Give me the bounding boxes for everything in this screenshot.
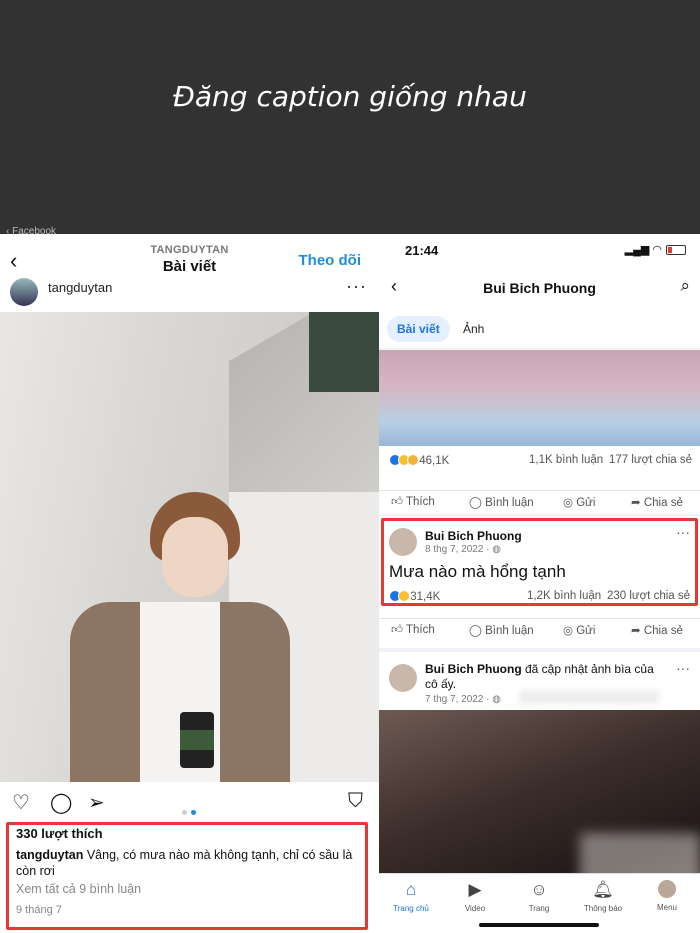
caption-username[interactable]: tangduytan xyxy=(16,848,83,862)
like-button[interactable]: 👍︎ Thích xyxy=(391,495,435,509)
banner-title: Đăng caption giống nhau xyxy=(173,80,527,113)
signal-icon: ▂▄▆ ◠ xyxy=(625,243,686,256)
share-count[interactable]: 230 lượt chia sẻ xyxy=(607,590,690,602)
facebook-page-panel: 21:44 ▂▄▆ ◠ ‹ Bui Bich Phuong ⌕ Bài viết… xyxy=(379,234,700,933)
menu-avatar xyxy=(658,880,676,898)
avatar[interactable] xyxy=(389,664,417,692)
more-options-icon[interactable]: ··· xyxy=(676,660,690,676)
blurred-region xyxy=(519,690,659,704)
username[interactable]: tangduytan xyxy=(48,280,112,295)
nav-home[interactable]: ⌂ Trang chủ xyxy=(379,880,443,913)
video-icon: ▶ xyxy=(468,880,482,899)
more-options-icon[interactable]: ··· xyxy=(346,276,367,297)
header: ‹ Bui Bich Phuong ⌕ xyxy=(379,266,700,310)
reaction-count[interactable]: 46,1K xyxy=(389,454,449,467)
banner: Đăng caption giống nhau ‹ Facebook xyxy=(0,0,700,237)
page-title: Bui Bich Phuong xyxy=(483,280,596,296)
post-photo[interactable] xyxy=(0,312,379,782)
tab-bar: Bài viết Ảnh xyxy=(379,310,700,348)
home-icon: ⌂ xyxy=(405,880,417,899)
action-row: 👍︎ Thích ◯ Bình luận ◎ Gửi ➦ Chia sẻ xyxy=(379,618,700,637)
photo-plant xyxy=(309,312,379,392)
like-count[interactable]: 330 lượt thích xyxy=(16,826,103,841)
action-bar: ♡ ◯ ➢ ⛉ xyxy=(0,790,379,820)
like-button[interactable]: 👍︎ Thích xyxy=(391,623,435,637)
tab-posts[interactable]: Bài viết xyxy=(387,316,450,342)
status-bar: 21:44 ▂▄▆ ◠ xyxy=(379,234,700,266)
share-button[interactable]: ➦ Chia sẻ xyxy=(631,623,683,637)
bookmark-icon[interactable]: ⛉ xyxy=(348,790,363,813)
post-card: 46,1K 1,1K bình luận 177 lượt chia sẻ 👍︎… xyxy=(379,446,700,514)
view-comments-link[interactable]: Xem tất cả 9 bình luận xyxy=(16,882,141,896)
post-header: Bui Bich Phuong đã cập nhật ảnh bìa của … xyxy=(425,662,655,692)
action-row: 👍︎ Thích ◯ Bình luận ◎ Gửi ➦ Chia sẻ xyxy=(379,490,700,509)
profile-icon: ☺ xyxy=(530,880,548,899)
comment-count[interactable]: 1,1K bình luận xyxy=(529,454,603,466)
photo-face xyxy=(162,517,228,597)
comment-icon[interactable]: ◯ xyxy=(50,790,72,815)
follow-button[interactable]: Theo dõi xyxy=(299,252,362,269)
send-button[interactable]: ◎ Gửi xyxy=(563,495,595,509)
author-name[interactable]: Bui Bich Phuong xyxy=(425,529,522,543)
search-icon[interactable]: ⌕ xyxy=(680,276,690,296)
post-date: 7 thg 7, 2022 · ◍ xyxy=(425,694,501,705)
comment-button[interactable]: ◯ Bình luận xyxy=(469,495,534,509)
heart-icon[interactable]: ♡ xyxy=(12,790,30,815)
share-button[interactable]: ➦ Chia sẻ xyxy=(631,495,683,509)
photo-cup-band xyxy=(180,730,214,750)
bell-icon: 🔔︎ xyxy=(592,880,614,899)
caption: tangduytan Vâng, có mưa nào mà không tạn… xyxy=(16,847,361,879)
author-name[interactable]: Bui Bich Phuong xyxy=(425,662,522,676)
carousel-dots xyxy=(182,802,200,820)
post-text: Mưa nào mà hổng tạnh xyxy=(389,562,566,581)
more-options-icon[interactable]: ··· xyxy=(676,524,690,540)
nav-notifications[interactable]: 🔔︎ Thông báo xyxy=(571,880,635,913)
comment-button[interactable]: ◯ Bình luận xyxy=(469,623,534,637)
post-date: 8 thg 7, 2022 · ◍ xyxy=(425,544,501,555)
post-card: Bui Bich Phuong 8 thg 7, 2022 · ◍ ··· Mư… xyxy=(379,516,700,648)
reaction-count[interactable]: 31,4K xyxy=(389,590,440,603)
battery-icon xyxy=(666,245,686,256)
tab-photos[interactable]: Ảnh xyxy=(453,316,494,342)
nav-video[interactable]: ▶ Video xyxy=(443,880,507,913)
post-date: 9 tháng 7 xyxy=(16,904,62,916)
avatar[interactable] xyxy=(10,278,38,306)
nav-menu[interactable]: Menu xyxy=(635,880,699,912)
post-image[interactable] xyxy=(379,350,700,446)
send-button[interactable]: ◎ Gửi xyxy=(563,623,595,637)
home-indicator xyxy=(479,923,599,927)
comment-count[interactable]: 1,2K bình luận xyxy=(527,590,601,602)
clock: 21:44 xyxy=(405,243,439,258)
bottom-nav: ⌂ Trang chủ ▶ Video ☺ Trang 🔔︎ Thông báo Men… xyxy=(379,873,700,933)
share-icon[interactable]: ➢ xyxy=(88,790,105,815)
nav-pages[interactable]: ☺ Trang xyxy=(507,880,571,913)
instagram-post-panel: ‹ TANGDUYTAN Bài viết Theo dõi tangduyta… xyxy=(0,234,379,933)
share-count[interactable]: 177 lượt chia sẻ xyxy=(609,454,692,466)
avatar[interactable] xyxy=(389,528,417,556)
